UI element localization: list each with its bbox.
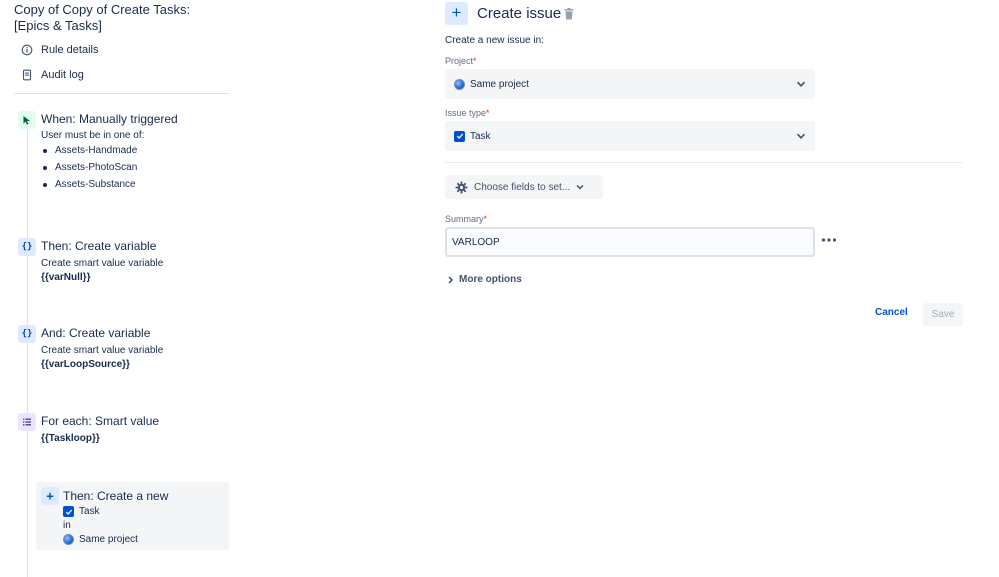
required-marker: * [483, 214, 488, 224]
list-item: Assets-Substance [41, 176, 137, 193]
add-action-button[interactable]: + [445, 2, 468, 25]
chevron-down-icon [796, 133, 806, 139]
intro-text: Create a new issue in: [445, 35, 544, 46]
step-variable-name: {{varLoopSource}} [41, 359, 130, 370]
checkbox-icon [63, 506, 74, 517]
issue-type-select-value: Task [470, 130, 491, 142]
issue-type-label-text: Issue type [445, 108, 487, 118]
list-item: Assets-Handmade [41, 142, 137, 159]
project-field-label: Project* [445, 56, 477, 66]
summary-input[interactable] [445, 227, 815, 257]
chevron-down-icon [796, 81, 806, 87]
plus-icon: + [41, 487, 59, 505]
summary-label-text: Summary [445, 214, 484, 224]
choose-fields-label: Choose fields to set... [474, 181, 571, 193]
sidebar-divider [14, 93, 229, 94]
globe-icon [63, 534, 74, 545]
step-create-variable-1[interactable]: {} Then: Create variable Create smart va… [18, 238, 228, 286]
step-branch-value: {{Taskloop}} [41, 433, 100, 444]
panel-title: Create issue [477, 5, 562, 22]
braces-icon: {} [18, 238, 36, 256]
checkbox-icon [454, 130, 465, 142]
panel-divider [445, 162, 962, 163]
chevron-right-icon [448, 275, 454, 284]
more-options-label: More options [459, 274, 522, 285]
project-select[interactable]: Same project [445, 69, 815, 99]
step-title: For each: Smart value [41, 414, 160, 428]
nav-rule-details-label: Rule details [41, 44, 99, 56]
step-title: Then: Create a new [63, 489, 169, 503]
nested-project: Same project [63, 534, 138, 545]
step-trigger[interactable]: When: Manually triggered User must be in… [18, 111, 228, 201]
nested-in-label: in [63, 520, 71, 531]
braces-icon: {} [18, 325, 36, 343]
step-trigger-subtitle: User must be in one of: [41, 130, 145, 141]
rule-sidebar: Copy of Copy of Create Tasks: [Epics & T… [0, 0, 235, 577]
required-marker: * [486, 108, 490, 118]
gear-icon [455, 181, 468, 193]
trigger-group-list: Assets-Handmade Assets-PhotoScan Assets-… [41, 142, 137, 193]
cancel-button[interactable]: Cancel [875, 307, 908, 318]
step-subtitle: Create smart value variable [41, 258, 164, 269]
step-trigger-title: When: Manually triggered [41, 112, 178, 126]
nested-issue-type-label: Task [79, 506, 100, 517]
step-for-each[interactable]: For each: Smart value {{Taskloop}} [18, 413, 228, 448]
list-icon [18, 413, 36, 431]
step-title: And: Create variable [41, 326, 151, 340]
step-variable-name: {{varNull}} [41, 272, 91, 283]
step-subtitle: Create smart value variable [41, 345, 164, 356]
required-marker: * [473, 56, 477, 66]
nav-rule-details[interactable]: Rule details [20, 43, 98, 57]
issue-type-field-label: Issue type* [445, 108, 490, 118]
more-options-toggle[interactable]: More options [447, 274, 522, 285]
issue-type-select[interactable]: Task [445, 121, 815, 151]
project-label-text: Project [445, 56, 474, 66]
project-select-value: Same project [470, 78, 529, 90]
document-icon [20, 68, 34, 82]
nested-project-label: Same project [79, 534, 138, 545]
nav-audit-log-label: Audit log [41, 69, 84, 81]
step-create-variable-2[interactable]: {} And: Create variable Create smart val… [18, 325, 228, 373]
more-icon[interactable] [820, 232, 838, 248]
pointer-icon [18, 111, 36, 129]
info-icon [20, 43, 34, 57]
step-title: Then: Create variable [41, 239, 157, 253]
list-item: Assets-PhotoScan [41, 159, 137, 176]
nested-issue-type: Task [63, 506, 100, 517]
summary-field-label: Summary* [445, 214, 487, 224]
globe-icon [454, 78, 465, 90]
nav-audit-log[interactable]: Audit log [20, 68, 84, 82]
create-issue-panel: + Create issue Create a new issue in: Pr… [440, 0, 999, 577]
trash-icon[interactable] [564, 8, 574, 20]
rule-title: Copy of Copy of Create Tasks: [Epics & T… [14, 2, 191, 33]
step-create-issue-card[interactable]: + Then: Create a new Task in Same projec… [36, 482, 229, 550]
save-button[interactable]: Save [923, 303, 963, 326]
chevron-down-icon [576, 184, 584, 190]
choose-fields-button[interactable]: Choose fields to set... [445, 175, 603, 199]
